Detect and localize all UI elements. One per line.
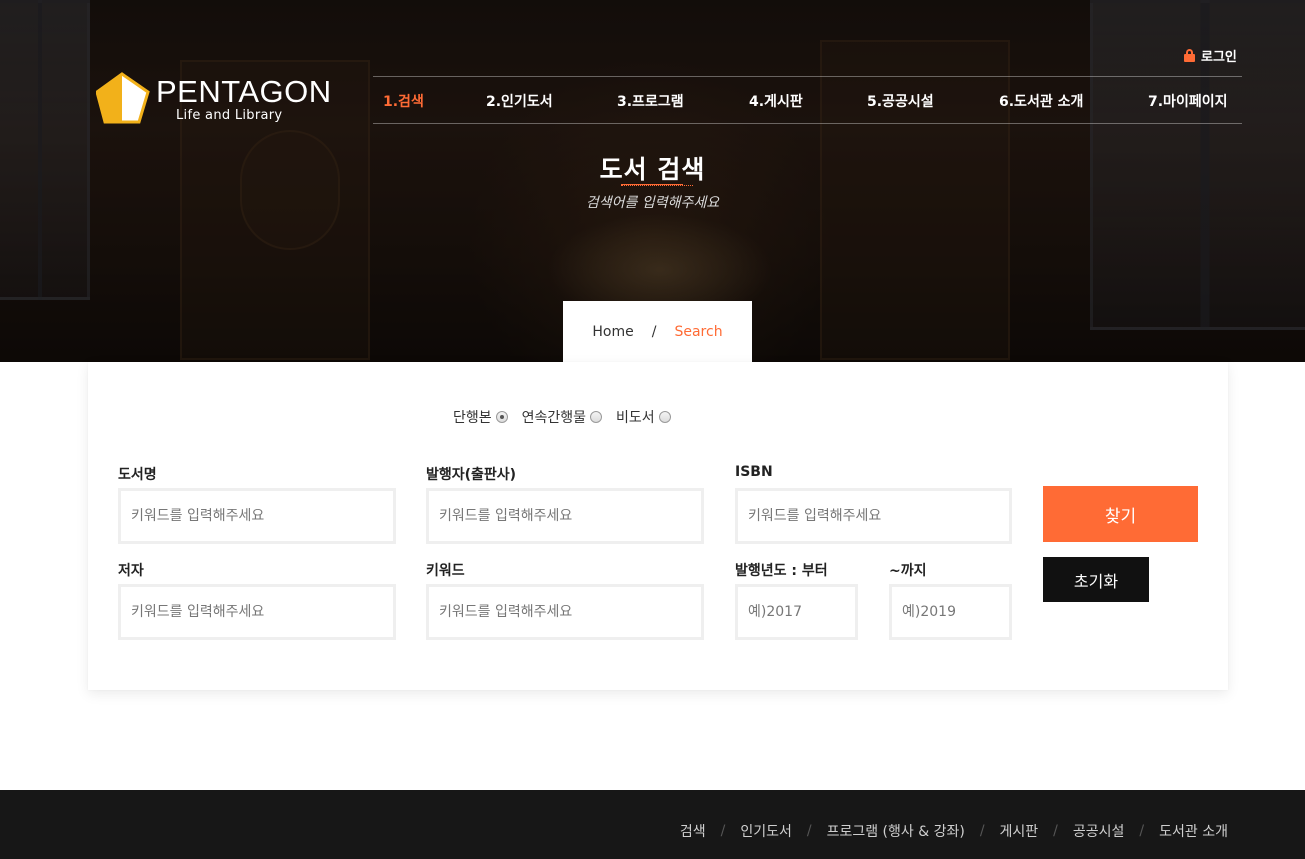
- breadcrumb-current: Search: [674, 323, 723, 340]
- nav-item-board[interactable]: 4.게시판: [749, 91, 803, 111]
- footer-separator: /: [1139, 823, 1145, 839]
- footer-link-public-facilities[interactable]: 공공시설: [1073, 821, 1125, 841]
- footer-link-popular-books[interactable]: 인기도서: [740, 821, 792, 841]
- reset-button[interactable]: 초기화: [1043, 557, 1149, 602]
- radio-button[interactable]: [590, 411, 603, 423]
- nav-item-popular-books[interactable]: 2.인기도서: [486, 91, 553, 111]
- login-label: 로그인: [1201, 50, 1237, 65]
- nav-item-mypage[interactable]: 7.마이페이지: [1148, 91, 1227, 111]
- breadcrumb-home[interactable]: Home: [592, 324, 633, 340]
- nav-item-library-intro[interactable]: 6.도서관 소개: [999, 91, 1083, 111]
- brand-name: PENTAGON: [156, 74, 332, 109]
- footer-link-library-intro[interactable]: 도서관 소개: [1159, 821, 1228, 841]
- footer-link-programs[interactable]: 프로그램 (행사 & 강좌): [827, 821, 965, 841]
- isbn-label: ISBN: [735, 464, 773, 480]
- title-underline: [621, 184, 693, 186]
- material-type-radios: 단행본 연속간행물 비도서: [453, 407, 685, 427]
- footer-separator: /: [720, 823, 726, 839]
- year-to-input[interactable]: [889, 584, 1012, 640]
- footer-link-search[interactable]: 검색: [680, 821, 706, 841]
- title-label: 도서명: [118, 467, 157, 483]
- publisher-input[interactable]: [426, 488, 704, 544]
- nav-item-public-facilities[interactable]: 5.공공시설: [867, 91, 934, 111]
- footer-separator: /: [979, 823, 985, 839]
- radio-label: 단행본: [453, 410, 492, 426]
- breadcrumb: Home / Search: [563, 301, 752, 362]
- breadcrumb-separator: /: [651, 323, 657, 340]
- keyword-label: 키워드: [426, 563, 465, 579]
- keyword-input[interactable]: [426, 584, 704, 640]
- radio-button-checked[interactable]: [495, 411, 508, 423]
- hero-banner: PENTAGON Life and Library 로그인 1.검색 2.인기도…: [0, 0, 1305, 362]
- search-button[interactable]: 찾기: [1043, 486, 1198, 542]
- author-label: 저자: [118, 563, 144, 579]
- radio-label: 비도서: [616, 410, 655, 426]
- radio-serial[interactable]: 연속간행물: [521, 407, 603, 427]
- radio-button[interactable]: [658, 411, 671, 423]
- page-subtitle: 검색어를 입력해주세요: [585, 195, 720, 211]
- brand-tagline: Life and Library: [176, 108, 283, 123]
- page-title: 도서 검색: [599, 155, 706, 184]
- footer-separator: /: [1053, 823, 1058, 839]
- lock-icon: [1184, 49, 1195, 62]
- brand-logo[interactable]: PENTAGON Life and Library: [96, 72, 331, 128]
- nav-item-programs[interactable]: 3.프로그램: [617, 91, 684, 111]
- footer-separator: /: [806, 823, 812, 839]
- footer-link-board[interactable]: 게시판: [1000, 821, 1039, 841]
- nav-item-search[interactable]: 1.검색: [383, 91, 424, 111]
- footer: 검색 / 인기도서 / 프로그램 (행사 & 강좌) / 게시판 / 공공시설 …: [0, 790, 1305, 859]
- footer-nav: 검색 / 인기도서 / 프로그램 (행사 & 강좌) / 게시판 / 공공시설 …: [680, 821, 1228, 841]
- author-input[interactable]: [118, 584, 396, 640]
- year-from-label: 발행년도 : 부터: [735, 563, 828, 579]
- pentagon-logo-icon: [96, 72, 150, 124]
- publisher-label: 발행자(출판사): [426, 467, 517, 483]
- radio-monograph[interactable]: 단행본: [453, 407, 508, 427]
- login-link[interactable]: 로그인: [1184, 46, 1237, 65]
- title-input[interactable]: [118, 488, 396, 544]
- radio-label: 연속간행물: [521, 410, 587, 426]
- main-nav: 1.검색 2.인기도서 3.프로그램 4.게시판 5.공공시설 6.도서관 소개…: [373, 76, 1242, 124]
- radio-non-book[interactable]: 비도서: [616, 407, 671, 427]
- year-from-input[interactable]: [735, 584, 858, 640]
- isbn-input[interactable]: [735, 488, 1012, 544]
- year-to-label: ~까지: [889, 563, 927, 579]
